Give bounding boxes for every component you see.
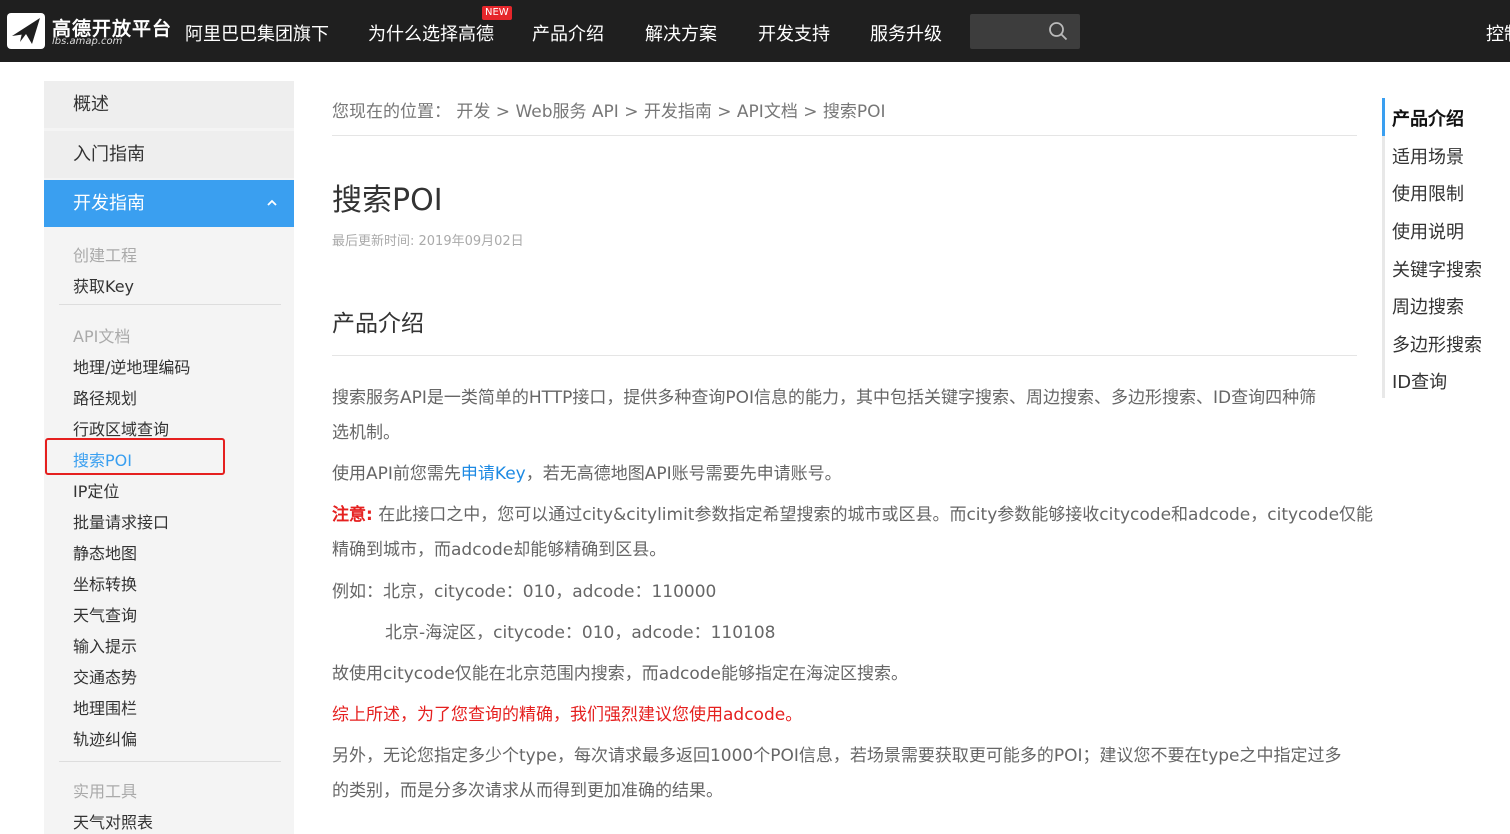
last-updated: 最后更新时间: 2019年09月02日 (332, 234, 524, 249)
divider (332, 135, 1357, 136)
nav-why-amap[interactable]: 为什么选择高德 (368, 20, 494, 46)
sidebar-item-district[interactable]: 行政区域查询 (73, 416, 169, 440)
nav-solutions[interactable]: 解决方案 (645, 20, 717, 46)
note-line-2: 精确到城市，而adcode却能够精确到区县。 (332, 540, 667, 560)
toc-item-polygon-search[interactable]: 多边形搜索 (1392, 331, 1482, 357)
sidebar-item-weather-table[interactable]: 天气对照表 (73, 809, 153, 833)
toc-item-product-intro[interactable]: 产品介绍 (1392, 105, 1464, 131)
sidebar-divider (59, 761, 281, 762)
new-badge: NEW (482, 6, 512, 20)
divider (332, 355, 1357, 356)
sidebar-dev-guide-label: 开发指南 (73, 193, 145, 214)
sidebar-item-track-correct[interactable]: 轨迹纠偏 (73, 726, 137, 750)
type-limit-line-1: 另外，无论您指定多少个type，每次请求最多返回1000个POI信息，若场景需要… (332, 746, 1342, 766)
sidebar-item-route[interactable]: 路径规划 (73, 385, 137, 409)
sidebar-item-static-map[interactable]: 静态地图 (73, 540, 137, 564)
search-input[interactable] (970, 14, 1080, 49)
logo-mark-icon (7, 13, 45, 49)
type-limit-line-2: 的类别，而是分多次请求从而得到更加准确的结果。 (332, 781, 723, 801)
toc-item-around-search[interactable]: 周边搜索 (1392, 293, 1464, 319)
toc-item-scenarios[interactable]: 适用场景 (1392, 143, 1464, 169)
paragraph-conclusion: 故使用citycode仅能在北京范围内搜索，而adcode能够指定在海淀区搜索。 (332, 664, 908, 684)
amap-logo[interactable]: 高德开放平台 lbs.amap.com (6, 12, 171, 52)
sidebar-item-weather[interactable]: 天气查询 (73, 602, 137, 626)
chevron-up-icon (267, 199, 277, 206)
toc-active-indicator (1382, 98, 1385, 136)
sidebar-item-batch[interactable]: 批量请求接口 (73, 509, 169, 533)
note-line-1: 在此接口之中，您可以通过city&citylimit参数指定希望搜索的城市或区县… (372, 505, 1374, 525)
sidebar-divider (59, 304, 281, 305)
toc-item-keyword-search[interactable]: 关键字搜索 (1392, 256, 1482, 282)
key-text-after: ，若无高德地图API账号需要先申请账号。 (525, 464, 842, 484)
sidebar-item-geocode[interactable]: 地理/逆地理编码 (73, 354, 190, 378)
sidebar-item-ip-location[interactable]: IP定位 (73, 478, 119, 502)
paragraph-recommendation: 综上所述，为了您查询的精确，我们强烈建议您使用adcode。 (332, 705, 803, 725)
console-link[interactable]: 控制 (1486, 20, 1510, 46)
nav-products[interactable]: 产品介绍 (532, 20, 604, 46)
group-label-api-docs: API文档 (73, 327, 131, 346)
logo-domain: lbs.amap.com (52, 36, 123, 47)
sidebar-item-traffic[interactable]: 交通态势 (73, 664, 137, 688)
sidebar-getting-started[interactable]: 入门指南 (44, 131, 294, 178)
breadcrumb: 您现在的位置： 开发 > Web服务 API > 开发指南 > API文档 > … (332, 102, 886, 122)
toc-item-id-query[interactable]: ID查询 (1392, 368, 1447, 394)
section-title: 产品介绍 (332, 311, 424, 337)
note-label: 注意: (332, 505, 373, 525)
example-beijing: 例如：北京，citycode：010，adcode：110000 (332, 582, 717, 602)
toc-item-usage[interactable]: 使用说明 (1392, 218, 1464, 244)
group-label-tools: 实用工具 (73, 782, 138, 801)
group-label-create-project: 创建工程 (73, 246, 138, 265)
intro-line-1: 搜索服务API是一类简单的HTTP接口，提供多种查询POI信息的能力，其中包括关… (332, 388, 1317, 408)
sidebar-item-coord-convert[interactable]: 坐标转换 (73, 571, 137, 595)
sidebar-item-input-tips[interactable]: 输入提示 (73, 633, 137, 657)
nav-alibaba[interactable]: 阿里巴巴集团旗下 (185, 20, 329, 46)
intro-line-2: 选机制。 (332, 423, 400, 443)
key-text-before: 使用API前您需先 (332, 464, 461, 484)
top-navbar: 高德开放平台 lbs.amap.com 阿里巴巴集团旗下 为什么选择高德 NEW… (0, 0, 1510, 62)
sidebar-dev-guide[interactable]: 开发指南 (44, 180, 294, 227)
toc-track (1382, 98, 1385, 398)
paragraph-intro: 搜索服务API是一类简单的HTTP接口，提供多种查询POI信息的能力，其中包括关… (332, 381, 1358, 451)
sidebar-overview[interactable]: 概述 (44, 81, 294, 128)
apply-key-link[interactable]: 申请Key (461, 464, 526, 484)
paragraph-note: 注意: 在此接口之中，您可以通过city&citylimit参数指定希望搜索的城… (332, 498, 1373, 568)
sidebar-item-geofence[interactable]: 地理围栏 (73, 695, 137, 719)
search-icon[interactable] (1048, 21, 1068, 41)
nav-dev-support[interactable]: 开发支持 (758, 20, 830, 46)
sidebar-item-get-key[interactable]: 获取Key (73, 273, 134, 297)
nav-service-upgrade[interactable]: 服务升级 (870, 20, 942, 46)
page-title: 搜索POI (332, 183, 443, 218)
example-haidian: 北京-海淀区，citycode：010，adcode：110108 (385, 623, 776, 643)
paragraph-type-limit: 另外，无论您指定多少个type，每次请求最多返回1000个POI信息，若场景需要… (332, 739, 1358, 809)
paragraph-key: 使用API前您需先申请Key，若无高德地图API账号需要先申请账号。 (332, 457, 1358, 492)
toc-item-limits[interactable]: 使用限制 (1392, 180, 1464, 206)
selection-highlight (45, 438, 225, 475)
